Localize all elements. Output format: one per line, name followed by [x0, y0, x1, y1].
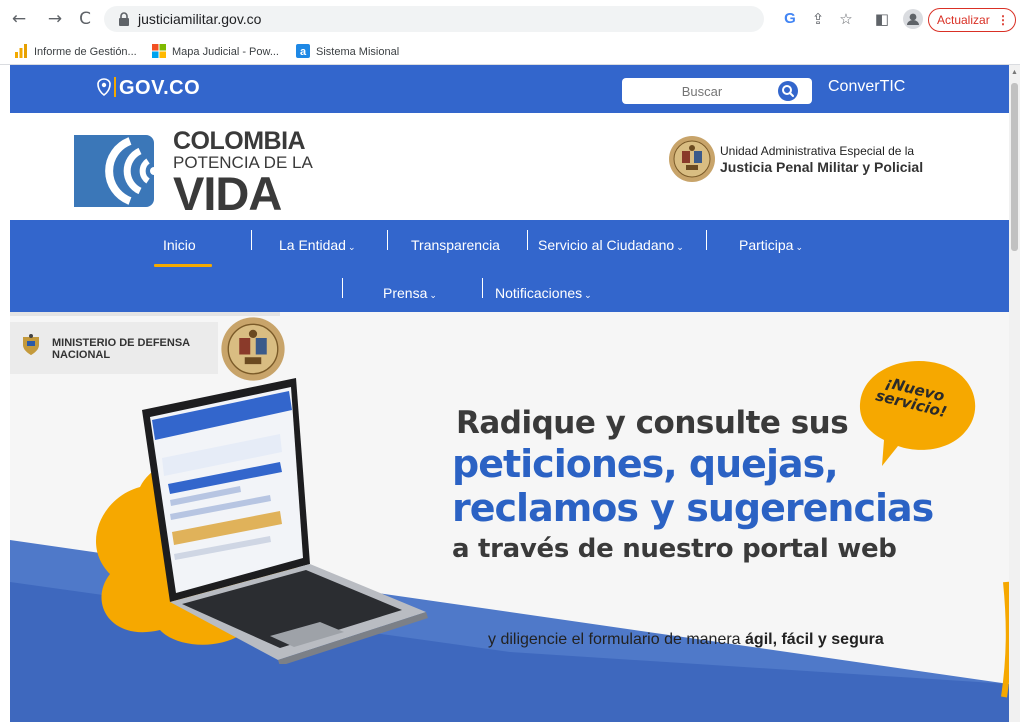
chevron-down-icon: ⌄ — [584, 290, 592, 300]
brand-vida: VIDA — [173, 167, 282, 220]
back-icon[interactable]: ← — [8, 8, 30, 30]
gov-logo[interactable]: GOV.CO — [96, 77, 200, 100]
nav-servicio-ciudadano[interactable]: Servicio al Ciudadano ⌄ — [538, 234, 684, 256]
hero-heading-line4: a través de nuestro portal web — [452, 534, 897, 564]
reload-icon[interactable]: C — [74, 8, 96, 30]
nav-label: Notificaciones — [495, 285, 583, 301]
bookmark-label: Informe de Gestión... — [34, 46, 137, 58]
page-scrollbar[interactable]: ▲ — [1009, 65, 1020, 722]
scroll-thumb[interactable] — [1011, 83, 1018, 251]
brand-text: COLOMBIA POTENCIA DE LA VIDA — [173, 127, 313, 220]
update-button[interactable]: Actualizar ⋮ — [928, 8, 1016, 32]
search-button[interactable] — [778, 81, 798, 101]
nav-la-entidad[interactable]: La Entidad ⌄ — [279, 234, 356, 256]
microsoft-logo-icon — [152, 44, 166, 58]
hero-heading-line1: Radique y consulte sus — [456, 405, 849, 441]
nav-divider — [342, 278, 343, 298]
nav-transparencia[interactable]: Transparencia — [411, 234, 500, 256]
nav-label: Servicio al Ciudadano — [538, 237, 675, 253]
bookmark-label: Mapa Judicial - Pow... — [172, 46, 279, 58]
search-icon — [782, 85, 794, 97]
nav-label: Prensa — [383, 285, 428, 301]
hero-subtext-regular: y diligencie el formulario de manera — [488, 631, 746, 648]
gov-bar: GOV.CO ConverTIC — [10, 65, 1009, 113]
bookmark-star-icon[interactable]: ☆ — [836, 9, 856, 29]
bar-chart-icon — [15, 44, 27, 58]
hero-subtext-bold: ágil, fácil y segura — [745, 631, 884, 648]
entity-name: Unidad Administrativa Especial de la Jus… — [720, 143, 923, 175]
side-panel-icon[interactable]: ◧ — [872, 9, 892, 29]
hero-heading-line3: reclamos y sugerencias — [452, 486, 934, 530]
address-bar[interactable]: justiciamilitar.gov.co — [104, 6, 764, 32]
nav-label: La Entidad — [279, 237, 346, 253]
ministry-shield-icon — [23, 334, 39, 355]
ministry-line1: MINISTERIO DE DEFENSA — [52, 337, 191, 349]
colombia-potencia-logo-icon[interactable] — [74, 135, 164, 207]
bookmark-label: Sistema Misional — [316, 46, 400, 58]
nav-divider — [387, 230, 388, 250]
convertic-link[interactable]: ConverTIC — [828, 78, 905, 96]
menu-dots-icon: ⋮ — [997, 13, 1009, 27]
main-nav: Inicio La Entidad ⌄ Transparencia Servici… — [10, 220, 1009, 312]
nav-divider — [706, 230, 707, 250]
bookmark-item[interactable]: a Sistema Misional — [296, 42, 399, 62]
site-header: COLOMBIA POTENCIA DE LA VIDA Unidad Admi… — [10, 113, 1009, 220]
nav-divider — [527, 230, 528, 250]
active-underline — [154, 264, 212, 267]
bookmark-item[interactable]: Mapa Judicial - Pow... — [152, 42, 279, 62]
nav-divider — [251, 230, 252, 250]
nav-prensa[interactable]: Prensa ⌄ — [383, 282, 437, 304]
lock-icon — [119, 12, 129, 26]
forward-icon[interactable]: → — [44, 8, 66, 30]
laptop-illustration — [142, 378, 428, 664]
gov-logo-text: GOV.CO — [119, 77, 201, 99]
entity-line2: Justicia Penal Militar y Policial — [720, 159, 924, 175]
gov-divider — [114, 77, 116, 97]
nav-label: Participa — [739, 237, 794, 253]
hero-subtext: y diligencie el formulario de manera ági… — [488, 631, 884, 649]
nav-label: Inicio — [163, 237, 196, 253]
bookmark-item[interactable]: Informe de Gestión... — [14, 42, 137, 62]
search-box — [622, 78, 812, 104]
web-page: GOV.CO ConverTIC COLOMBIA POTENCIA DE — [0, 65, 1009, 722]
url-text: justiciamilitar.gov.co — [138, 11, 262, 27]
profile-icon[interactable] — [903, 9, 923, 29]
nav-label: Transparencia — [411, 237, 500, 253]
chevron-down-icon: ⌄ — [676, 242, 684, 252]
browser-toolbar: ← → C justiciamilitar.gov.co G ⇪ ☆ ◧ Act… — [0, 0, 1020, 38]
nav-participa[interactable]: Participa ⌄ — [739, 234, 803, 256]
update-label: Actualizar — [937, 13, 990, 27]
search-input[interactable] — [622, 78, 782, 104]
bookmarks-bar: Informe de Gestión... Mapa Judicial - Po… — [0, 38, 1020, 65]
google-icon[interactable]: G — [780, 9, 800, 29]
nav-inicio[interactable]: Inicio — [163, 234, 196, 256]
chevron-down-icon: ⌄ — [429, 290, 437, 300]
ministry-card[interactable]: MINISTERIO DE DEFENSA NACIONAL — [10, 322, 218, 374]
hero-heading-line2: peticiones, quejas, — [452, 442, 839, 486]
chevron-down-icon: ⌄ — [347, 242, 356, 252]
hero-banner[interactable]: MINISTERIO DE DEFENSA NACIONAL ¡Nuevo se… — [10, 312, 1009, 722]
svg-text:a: a — [300, 46, 307, 58]
app-logo-icon: a — [296, 44, 310, 58]
scroll-up-icon[interactable]: ▲ — [1011, 69, 1018, 76]
share-icon[interactable]: ⇪ — [808, 9, 828, 29]
colombia-shield-icon — [97, 78, 111, 96]
entity-line1: Unidad Administrativa Especial de la — [720, 144, 915, 158]
brand-colombia: COLOMBIA — [173, 127, 306, 155]
ministry-name: MINISTERIO DE DEFENSA NACIONAL — [52, 337, 190, 361]
justicia-seal-icon — [221, 317, 285, 381]
ministry-line2: NACIONAL — [52, 349, 111, 361]
nav-divider — [482, 278, 483, 298]
nav-notificaciones[interactable]: Notificaciones ⌄ — [495, 282, 592, 304]
chevron-down-icon: ⌄ — [795, 242, 804, 252]
justicia-seal-icon[interactable] — [668, 135, 716, 183]
